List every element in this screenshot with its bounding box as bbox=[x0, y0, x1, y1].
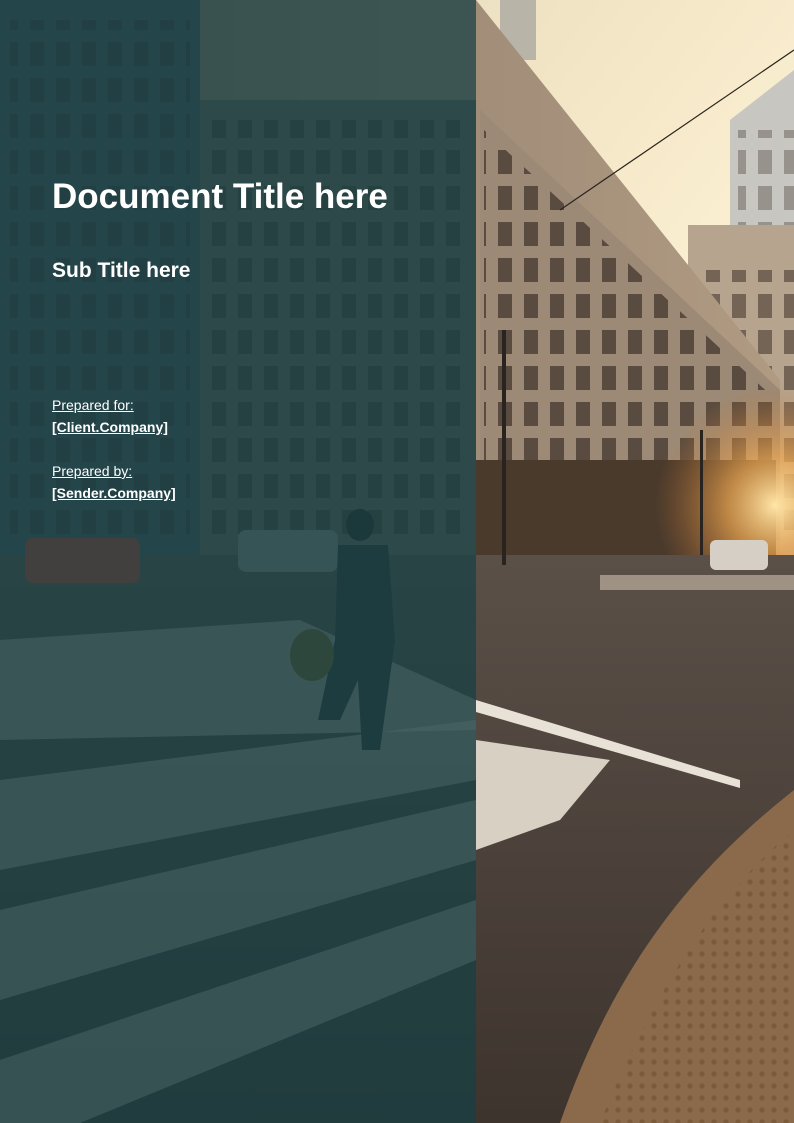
client-company-field[interactable]: [Client.Company] bbox=[52, 418, 168, 436]
teal-overlay-panel bbox=[0, 0, 476, 1123]
prepared-for-label: Prepared for: bbox=[52, 397, 134, 413]
document-subtitle: Sub Title here bbox=[52, 259, 191, 282]
cover-page: Document Title here Sub Title here Prepa… bbox=[0, 0, 794, 1123]
sender-company-field[interactable]: [Sender.Company] bbox=[52, 484, 176, 502]
document-title: Document Title here bbox=[52, 177, 388, 216]
prepared-by-label: Prepared by: bbox=[52, 463, 133, 479]
